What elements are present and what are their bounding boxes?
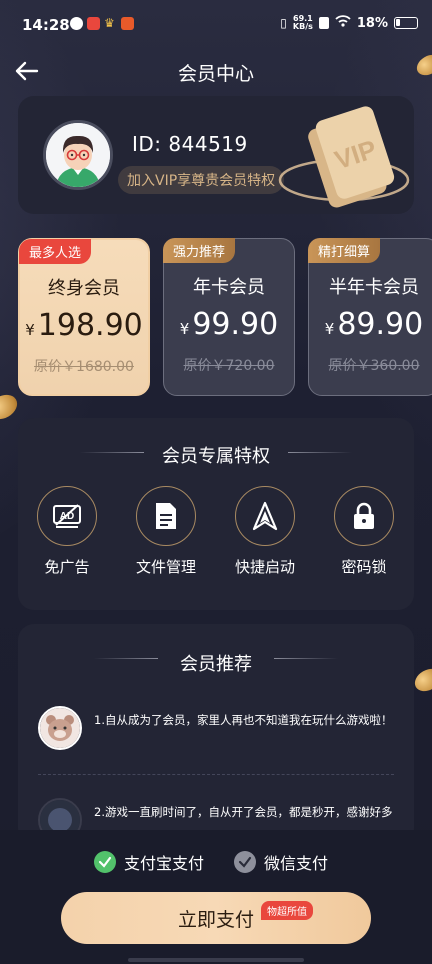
value-badge: 物超所值 [261, 901, 313, 920]
divider [288, 452, 352, 453]
pay-option-wechat[interactable]: 微信支付 [234, 850, 328, 874]
plan-original-price: 原价￥360.00 [328, 358, 420, 374]
privilege-label: 文件管理 [135, 558, 196, 576]
vip-join-pill[interactable]: 加入VIP享尊贵会员特权 [118, 166, 285, 194]
plan-list: 最多人选 终身会员 ¥198.90 原价￥1680.00 强力推荐 年卡会员 ¥… [18, 238, 432, 396]
plan-name: 终身会员 [48, 278, 120, 299]
launch-icon [235, 486, 295, 546]
wifi-icon [335, 15, 351, 31]
plan-price: ¥99.90 [179, 307, 279, 342]
avatar[interactable] [43, 120, 113, 190]
net-speed: 69.1 KB/s [292, 14, 313, 31]
status-time: 14:28 [22, 16, 70, 34]
vibrate-icon: ▯ [280, 16, 287, 30]
recommendation-text: 1.自从成为了会员，家里人再也不知道我在玩什么游戏啦！ [94, 713, 393, 727]
check-icon [234, 851, 256, 873]
sim-icon [318, 17, 329, 29]
privilege-quick-launch[interactable]: 快捷启动 [225, 486, 305, 577]
pay-now-button[interactable]: 立即支付 物超所值 [61, 892, 371, 944]
plan-price: ¥89.90 [324, 307, 424, 342]
pay-now-label: 立即支付 [177, 908, 254, 931]
plan-name: 半年卡会员 [329, 277, 419, 298]
privileges-section: 会员专属特权 AD 免广告 文件管理 快捷启动 密码锁 [18, 418, 414, 610]
profile-card: ID: 844519 加入VIP享尊贵会员特权 VIP [18, 96, 414, 214]
plan-card-half-year[interactable]: 精打细算 半年卡会员 ¥89.90 原价￥360.00 [308, 238, 432, 396]
page-title: 会员中心 [177, 63, 254, 85]
privilege-file-management[interactable]: 文件管理 [126, 486, 206, 577]
plan-tag: 强力推荐 [163, 238, 236, 263]
file-icon [136, 486, 196, 546]
recommendations-title: 会员推荐 [180, 654, 252, 675]
lock-icon [334, 486, 394, 546]
recommendations-section: 会员推荐 1.自从成为了会员，家里人再也不知道我在玩什么游戏啦！ 2.游戏一直刷… [18, 624, 414, 844]
plan-card-lifetime[interactable]: 最多人选 终身会员 ¥198.90 原价￥1680.00 [18, 238, 150, 396]
privilege-label: 密码锁 [341, 558, 387, 576]
divider [274, 658, 338, 659]
plan-name: 年卡会员 [193, 277, 265, 298]
recommendation-text: 2.游戏一直刷时间了，自从开了会员，都是秒开，感谢好多 [94, 805, 393, 819]
battery-percent: 18% [356, 15, 388, 31]
pay-option-alipay[interactable]: 支付宝支付 [94, 850, 204, 874]
privileges-title: 会员专属特权 [162, 446, 270, 467]
app-notification-icon [121, 17, 134, 30]
currency-symbol: ¥ [324, 320, 335, 338]
app-notification-icon [70, 17, 83, 30]
pay-option-label: 微信支付 [264, 854, 329, 873]
app-notification-icon [87, 17, 100, 30]
user-id: ID: 844519 [132, 132, 248, 156]
dashed-divider [38, 774, 394, 775]
home-indicator[interactable] [128, 958, 304, 962]
plan-card-yearly[interactable]: 强力推荐 年卡会员 ¥99.90 原价￥720.00 [163, 238, 295, 396]
battery-icon [394, 17, 418, 29]
vip-card-illustration: VIP [278, 106, 410, 208]
check-icon [94, 851, 116, 873]
payment-bar: 支付宝支付 微信支付 立即支付 物超所值 [0, 830, 432, 964]
reviewer-avatar [38, 706, 82, 750]
pay-option-label: 支付宝支付 [124, 854, 205, 873]
currency-symbol: ¥ [25, 321, 35, 339]
plan-tag: 精打细算 [308, 238, 381, 263]
plan-original-price: 原价￥1680.00 [34, 359, 134, 375]
privilege-label: 快捷启动 [234, 558, 295, 576]
privilege-label: 免广告 [44, 558, 90, 576]
plan-original-price: 原价￥720.00 [183, 358, 275, 374]
privilege-no-ads[interactable]: AD 免广告 [27, 486, 107, 577]
top-header: 会员中心 [0, 50, 432, 90]
no-ad-icon: AD [37, 486, 97, 546]
crown-notification-icon: ♛ [104, 16, 115, 30]
plan-price: ¥198.90 [25, 308, 143, 343]
status-bar: 14:28 ♛ ▯ 69.1 KB/s 18% [0, 0, 432, 50]
notification-icons: ♛ [70, 17, 134, 30]
privilege-password-lock[interactable]: 密码锁 [324, 486, 404, 577]
plan-tag: 最多人选 [19, 239, 92, 264]
status-right: ▯ 69.1 KB/s 18% [280, 15, 418, 31]
currency-symbol: ¥ [179, 320, 190, 338]
